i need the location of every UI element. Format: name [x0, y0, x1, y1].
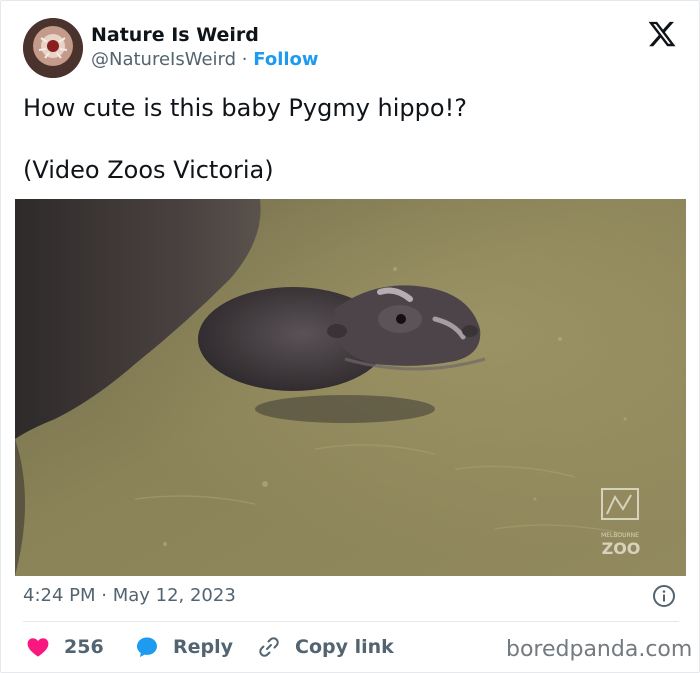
hippo-video-frame: MELBOURNE ZOO [15, 199, 686, 576]
author-handle-row: @NatureIsWeird · Follow [91, 49, 319, 71]
link-icon [257, 635, 281, 659]
copy-link-label: Copy link [295, 636, 394, 658]
divider [23, 621, 679, 622]
tweet-card: Nature Is Weird @NatureIsWeird · Follow … [0, 0, 700, 673]
author-avatar[interactable] [23, 18, 83, 78]
author-handle[interactable]: @NatureIsWeird [91, 49, 236, 70]
reply-label: Reply [173, 636, 234, 658]
tweet-text-line-2: (Video Zoos Victoria) [23, 156, 274, 184]
like-count: 256 [64, 636, 104, 658]
copy-link-button[interactable]: Copy link [257, 634, 394, 660]
like-button[interactable]: 256 [26, 634, 104, 660]
tweet-media-video[interactable]: MELBOURNE ZOO [15, 199, 686, 576]
speech-bubble-icon [135, 635, 159, 659]
info-icon[interactable] [652, 584, 676, 608]
author-display-name[interactable]: Nature Is Weird [91, 23, 259, 47]
zoo-watermark-bottom: ZOO [602, 539, 641, 558]
heart-icon [26, 635, 50, 659]
reply-button[interactable]: Reply [135, 634, 233, 660]
zoo-watermark-top: MELBOURNE [601, 532, 639, 539]
tweet-timestamp[interactable]: 4:24 PM · May 12, 2023 [23, 584, 236, 608]
follow-button[interactable]: Follow [253, 49, 318, 70]
tweet-text-line-1: How cute is this baby Pygmy hippo!? [23, 94, 467, 122]
avatar-image [23, 18, 83, 78]
boredpanda-watermark: boredpanda.com [506, 637, 693, 662]
x-logo-icon[interactable] [647, 19, 677, 49]
handle-separator: · [241, 49, 248, 70]
